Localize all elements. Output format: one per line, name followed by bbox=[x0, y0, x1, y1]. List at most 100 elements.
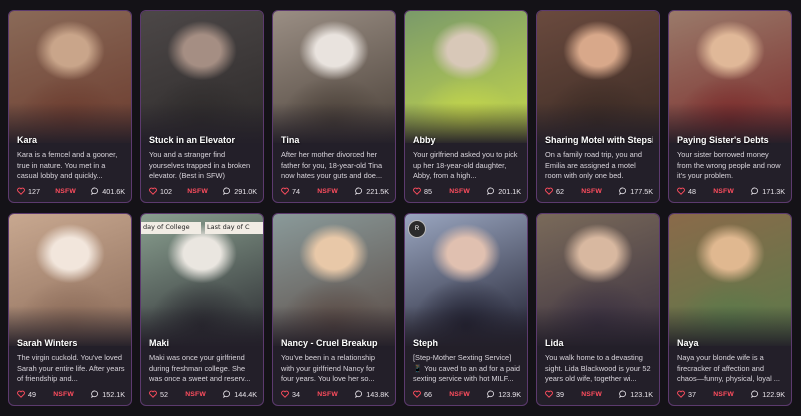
chat-count: 123.9K bbox=[487, 390, 521, 399]
heart-icon bbox=[413, 187, 421, 195]
character-card[interactable]: R Steph [Step-Mother Sexting Service] 📱 Yo… bbox=[404, 213, 528, 406]
character-name: Maki bbox=[149, 338, 170, 348]
nsfw-badge: NSFW bbox=[449, 187, 471, 195]
character-name: Tina bbox=[281, 135, 300, 145]
likes-value: 48 bbox=[688, 186, 696, 196]
chat-count: 143.8K bbox=[355, 390, 389, 399]
character-card[interactable]: Kara Kara is a femcel and a gooner, true … bbox=[8, 10, 132, 203]
likes-value: 85 bbox=[424, 186, 432, 196]
chat-value: 123.9K bbox=[498, 389, 521, 399]
chat-bubble-icon bbox=[355, 187, 363, 195]
chat-value: 123.1K bbox=[630, 389, 653, 399]
heart-icon bbox=[281, 187, 289, 195]
character-portrait bbox=[669, 214, 791, 346]
nsfw-badge: NSFW bbox=[185, 390, 207, 398]
character-name: Paying Sister's Debts bbox=[677, 135, 769, 145]
chat-bubble-icon bbox=[619, 390, 627, 398]
card-stats: 49 NSFW 152.1K bbox=[17, 388, 125, 400]
likes-value: 52 bbox=[160, 389, 168, 399]
character-card[interactable]: Nancy - Cruel Breakup You've been in a re… bbox=[272, 213, 396, 406]
character-card[interactable]: Abby Your girlfriend asked you to pick up… bbox=[404, 10, 528, 203]
card-stats: 37 NSFW 122.9K bbox=[677, 388, 785, 400]
chat-count: 171.3K bbox=[751, 187, 785, 196]
chat-bubble-icon bbox=[751, 390, 759, 398]
character-portrait bbox=[405, 11, 527, 143]
character-description: Your sister borrowed money from the wron… bbox=[677, 150, 781, 181]
chat-bubble-icon bbox=[487, 390, 495, 398]
likes-count: 102 bbox=[149, 187, 172, 196]
likes-value: 39 bbox=[556, 389, 564, 399]
likes-value: 74 bbox=[292, 186, 300, 196]
chat-bubble-icon bbox=[223, 390, 231, 398]
nsfw-badge: NSFW bbox=[317, 187, 339, 195]
character-name: Stuck in an Elevator bbox=[149, 135, 236, 145]
character-name: Lida bbox=[545, 338, 564, 348]
character-card[interactable]: Stuck in an Elevator You and a stranger f… bbox=[140, 10, 264, 203]
nsfw-badge: NSFW bbox=[713, 187, 735, 195]
character-card[interactable]: Lida You walk home to a devasting sight. … bbox=[536, 213, 660, 406]
likes-count: 37 bbox=[677, 390, 696, 399]
likes-count: 62 bbox=[545, 187, 564, 196]
character-card[interactable]: Naya Naya your blonde wife is a firecrack… bbox=[668, 213, 792, 406]
chat-value: 201.1K bbox=[498, 186, 521, 196]
card-stats: 62 NSFW 177.5K bbox=[545, 185, 653, 197]
character-description: You've been in a relationship with your … bbox=[281, 353, 376, 384]
chat-bubble-icon bbox=[91, 390, 99, 398]
chat-value: 177.5K bbox=[630, 186, 653, 196]
character-card[interactable]: Sharing Motel with Stepsis On a family ro… bbox=[536, 10, 660, 203]
character-name: Naya bbox=[677, 338, 699, 348]
heart-icon bbox=[413, 390, 421, 398]
character-description: The virgin cuckold. You've loved Sarah y… bbox=[17, 353, 125, 384]
card-stats: 34 NSFW 143.8K bbox=[281, 388, 389, 400]
chat-bubble-icon bbox=[223, 187, 231, 195]
chat-count: 144.4K bbox=[223, 390, 257, 399]
character-card[interactable]: day of College Last day of C Maki Maki was … bbox=[140, 213, 264, 406]
character-card-grid: Kara Kara is a femcel and a gooner, true … bbox=[8, 10, 792, 406]
character-description: After her mother divorced her father for… bbox=[281, 150, 383, 181]
watermark-logo: R bbox=[408, 220, 426, 238]
chat-value: 152.1K bbox=[102, 389, 125, 399]
card-stats: 127 NSFW 401.6K bbox=[17, 185, 125, 197]
character-card[interactable]: Tina After her mother divorced her father… bbox=[272, 10, 396, 203]
nsfw-badge: NSFW bbox=[53, 390, 75, 398]
likes-count: 39 bbox=[545, 390, 564, 399]
character-description: You walk home to a devasting sight. Lida… bbox=[545, 353, 651, 384]
likes-count: 74 bbox=[281, 187, 300, 196]
nsfw-badge: NSFW bbox=[317, 390, 339, 398]
chat-count: 122.9K bbox=[751, 390, 785, 399]
heart-icon bbox=[545, 390, 553, 398]
chat-value: 291.0K bbox=[234, 186, 257, 196]
chat-value: 171.3K bbox=[762, 186, 785, 196]
chat-bubble-icon bbox=[487, 187, 495, 195]
card-stats: 52 NSFW 144.4K bbox=[149, 388, 257, 400]
character-name: Sharing Motel with Stepsis bbox=[545, 135, 653, 145]
character-portrait bbox=[9, 11, 131, 143]
image-caption-label: day of College bbox=[141, 222, 201, 234]
heart-icon bbox=[149, 390, 157, 398]
chat-value: 221.5K bbox=[366, 186, 389, 196]
chat-value: 122.9K bbox=[762, 389, 785, 399]
character-card[interactable]: Paying Sister's Debts Your sister borrowe… bbox=[668, 10, 792, 203]
character-name: Abby bbox=[413, 135, 436, 145]
likes-value: 102 bbox=[160, 186, 172, 196]
nsfw-badge: NSFW bbox=[449, 390, 471, 398]
nsfw-badge: NSFW bbox=[55, 187, 77, 195]
character-portrait bbox=[669, 11, 791, 143]
likes-count: 48 bbox=[677, 187, 696, 196]
card-stats: 39 NSFW 123.1K bbox=[545, 388, 653, 400]
character-description: You and a stranger find yourselves trapp… bbox=[149, 150, 251, 181]
heart-icon bbox=[677, 187, 685, 195]
chat-count: 123.1K bbox=[619, 390, 653, 399]
character-card[interactable]: Sarah Winters The virgin cuckold. You've … bbox=[8, 213, 132, 406]
heart-icon bbox=[17, 390, 25, 398]
likes-count: 34 bbox=[281, 390, 300, 399]
card-stats: 85 NSFW 201.1K bbox=[413, 185, 521, 197]
likes-value: 127 bbox=[28, 186, 40, 196]
likes-value: 34 bbox=[292, 389, 300, 399]
character-description: Your girlfriend asked you to pick up her… bbox=[413, 150, 518, 181]
heart-icon bbox=[149, 187, 157, 195]
chat-value: 401.6K bbox=[102, 186, 125, 196]
chat-value: 143.8K bbox=[366, 389, 389, 399]
likes-count: 52 bbox=[149, 390, 168, 399]
character-portrait bbox=[273, 11, 395, 143]
